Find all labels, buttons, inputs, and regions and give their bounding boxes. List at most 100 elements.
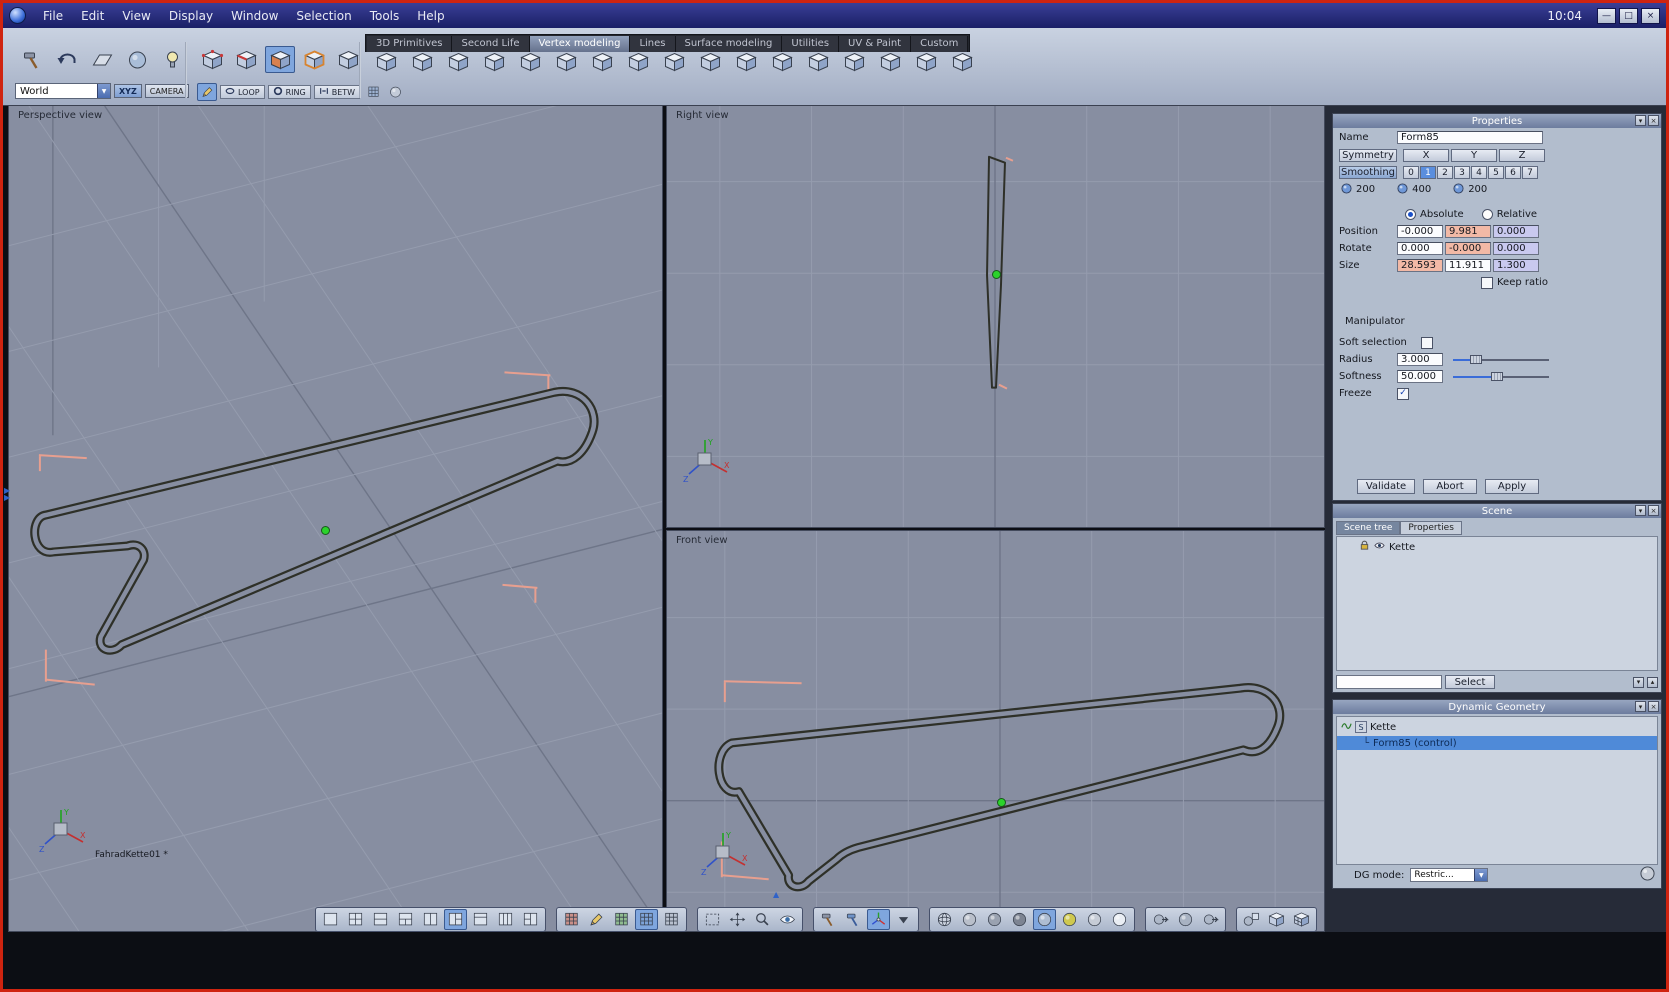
grid-plain-icon[interactable] <box>660 909 683 930</box>
collapse-panel-button[interactable]: ▾ <box>1635 505 1646 516</box>
size-x-field[interactable]: 28.593 <box>1397 259 1443 272</box>
smoothing-button[interactable]: Smoothing <box>1339 166 1397 179</box>
hatchet-tool[interactable] <box>17 46 47 73</box>
extrude-tool[interactable] <box>479 48 509 75</box>
rotate-x-field[interactable]: 0.000 <box>1397 242 1443 255</box>
dg-tree[interactable]: S Kette └ Form85 (control) <box>1336 716 1658 865</box>
front-viewport[interactable]: Front view Y X Z <box>666 530 1325 932</box>
relative-radio[interactable] <box>1481 209 1493 220</box>
collapse-panel-button[interactable]: ▾ <box>1635 115 1646 126</box>
grid-green-icon[interactable] <box>610 909 633 930</box>
visibility-eye-icon[interactable] <box>1374 540 1385 554</box>
close-panel-button[interactable]: × <box>1648 115 1659 126</box>
light-tool[interactable] <box>157 46 187 73</box>
grid-edit-icon[interactable] <box>585 909 608 930</box>
perspective-viewport[interactable]: Perspective view Y X Z FahradKette01 * <box>8 105 663 932</box>
app-icon[interactable] <box>9 7 26 24</box>
frame-selection-icon[interactable] <box>701 909 724 930</box>
shrink-selection-icon[interactable] <box>385 83 405 101</box>
grid-colors-icon[interactable] <box>560 909 583 930</box>
symmetry-x-button[interactable]: X <box>1403 149 1449 162</box>
pivot-point[interactable] <box>321 526 330 535</box>
scene-tab-scene-tree[interactable]: Scene tree <box>1336 521 1401 535</box>
minimize-button[interactable]: — <box>1597 7 1616 24</box>
smoothing-range-value[interactable]: 200 <box>1468 184 1487 195</box>
symmetry-z-button[interactable]: Z <box>1499 149 1545 162</box>
keep-ratio-checkbox[interactable] <box>1481 276 1493 289</box>
dg-root-row[interactable]: S Kette <box>1337 717 1657 736</box>
plane-cut-tool[interactable] <box>87 46 117 73</box>
properties-panel-title[interactable]: Properties ▾ × <box>1333 114 1661 128</box>
world-dropdown-icon[interactable]: ▼ <box>97 84 110 98</box>
scene-tree[interactable]: Kette <box>1336 536 1658 671</box>
select-edges-mode[interactable] <box>231 46 261 73</box>
grow-selection-icon[interactable] <box>363 83 383 101</box>
shade-current-icon[interactable] <box>1174 909 1197 930</box>
lock-icon[interactable] <box>1359 540 1370 554</box>
scene-panel-title[interactable]: Scene ▾ × <box>1333 504 1661 518</box>
rotate-y-field[interactable]: -0.000 <box>1445 242 1491 255</box>
menu-edit[interactable]: Edit <box>72 9 113 23</box>
bend-tool[interactable] <box>875 48 905 75</box>
chamfer-tool[interactable] <box>443 48 473 75</box>
manipulator-options-icon[interactable] <box>892 909 915 930</box>
size-z-field[interactable]: 1.300 <box>1493 259 1539 272</box>
manipulator-axes-icon[interactable] <box>867 908 890 930</box>
layout-wide-top[interactable] <box>469 909 492 930</box>
collapse-panel-button[interactable]: ▾ <box>1635 701 1646 712</box>
layout-single[interactable] <box>319 909 342 930</box>
dissolve-tool[interactable] <box>947 48 977 75</box>
smoothing-level-6[interactable]: 6 <box>1505 166 1521 179</box>
xyz-button[interactable]: XYZ <box>114 84 142 98</box>
hammer-tool-icon[interactable] <box>817 909 840 930</box>
close-button[interactable]: × <box>1641 7 1660 24</box>
select-points-mode[interactable] <box>197 46 227 73</box>
layout-quad[interactable] <box>344 909 367 930</box>
ring-button[interactable]: RING <box>267 85 311 99</box>
freeze-checkbox[interactable] <box>1397 387 1409 400</box>
symmetry-y-button[interactable]: Y <box>1451 149 1497 162</box>
orbit-view-tool[interactable] <box>122 46 152 73</box>
menu-window[interactable]: Window <box>222 9 287 23</box>
magnet-tool[interactable] <box>911 48 941 75</box>
scene-spin-up-button[interactable]: ▴ <box>1647 676 1658 688</box>
thickness-tool[interactable] <box>767 48 797 75</box>
smoothing-level-3[interactable]: 3 <box>1454 166 1470 179</box>
menu-help[interactable]: Help <box>408 9 453 23</box>
close-panel-button[interactable]: × <box>1648 701 1659 712</box>
cut-slice-tool[interactable] <box>659 48 689 75</box>
smooth-tool[interactable] <box>587 48 617 75</box>
smoothing-level-4[interactable]: 4 <box>1471 166 1487 179</box>
smoothing-level-7[interactable]: 7 <box>1522 166 1538 179</box>
smoothing-level-0[interactable]: 0 <box>1403 166 1419 179</box>
sweep-tool[interactable] <box>551 48 581 75</box>
scene-filter-input[interactable] <box>1336 675 1442 689</box>
layout-three-cols[interactable] <box>494 909 517 930</box>
uv-cube-icon[interactable] <box>1290 909 1313 930</box>
dg-sphere-icon[interactable] <box>1640 866 1655 884</box>
material-mode-icon[interactable] <box>1058 909 1081 930</box>
zoom-view-icon[interactable] <box>751 909 774 930</box>
layout-top-one-bottom-two[interactable] <box>394 909 417 930</box>
layout-two-cols[interactable] <box>419 909 442 930</box>
size-y-field[interactable]: 11.911 <box>1445 259 1491 272</box>
layout-left-one-right-two[interactable] <box>444 908 467 930</box>
validate-button[interactable]: Validate <box>1357 479 1415 494</box>
duplicate-tool[interactable] <box>839 48 869 75</box>
undo-tool[interactable] <box>52 46 82 73</box>
sphere-cube-icon[interactable] <box>1240 909 1263 930</box>
loop-button[interactable]: LOOP <box>220 85 265 99</box>
world-select[interactable]: World ▼ <box>15 83 111 99</box>
layout-two-rows[interactable] <box>369 909 392 930</box>
symmetry-tool[interactable] <box>803 48 833 75</box>
smoothing-range-value[interactable]: 200 <box>1356 184 1375 195</box>
layout-quad-left[interactable] <box>519 909 542 930</box>
smoothing-range-value[interactable]: 400 <box>1412 184 1431 195</box>
hammer-paint-icon[interactable] <box>842 909 865 930</box>
shade-next-icon[interactable] <box>1199 909 1222 930</box>
menu-view[interactable]: View <box>113 9 159 23</box>
right-viewport[interactable]: Right view Y X Z <box>666 105 1325 528</box>
pane-splitter-grip[interactable]: ▲ <box>773 891 779 899</box>
select-button[interactable]: Select <box>1445 675 1495 689</box>
pivot-point[interactable] <box>992 270 1001 279</box>
